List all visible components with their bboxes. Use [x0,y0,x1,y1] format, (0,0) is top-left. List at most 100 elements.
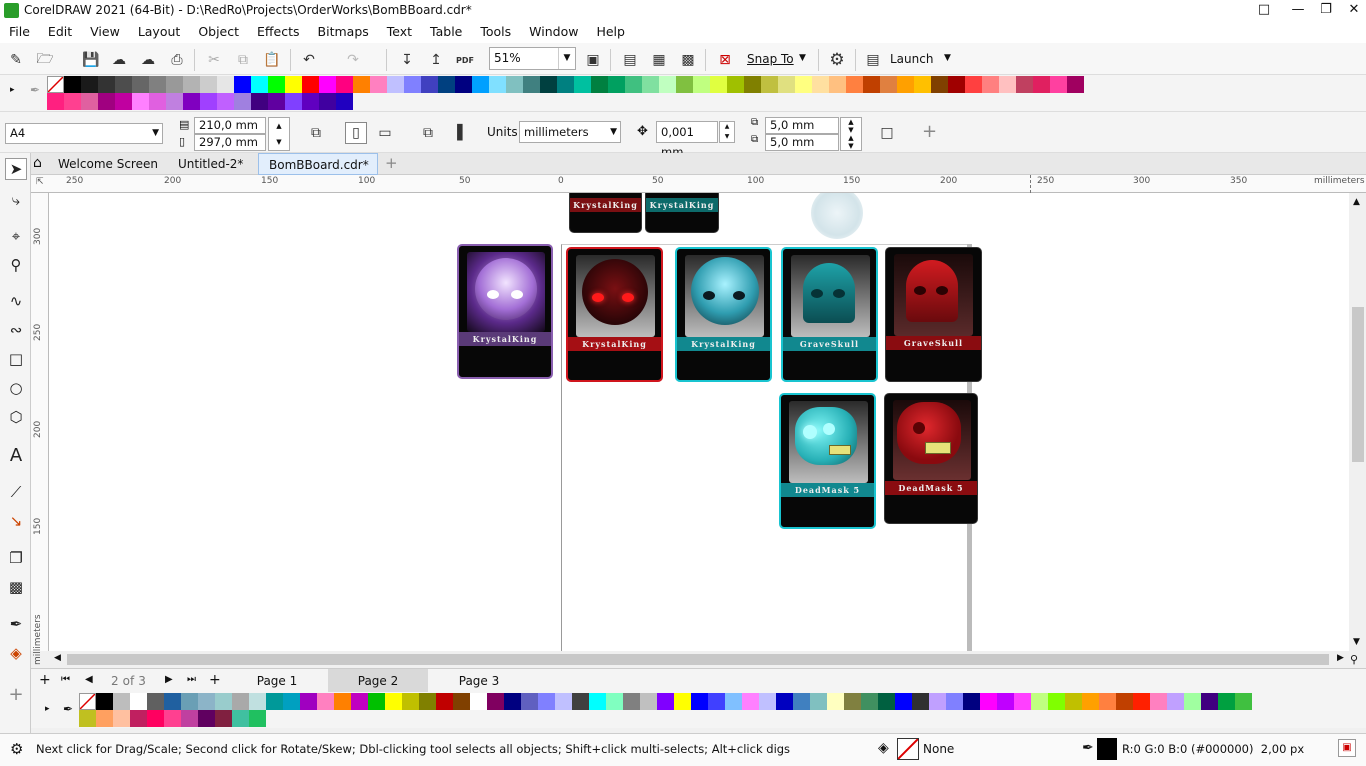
color-swatch[interactable] [285,76,302,93]
color-swatch[interactable] [268,93,285,110]
no-color-swatch[interactable] [47,76,64,93]
color-swatch[interactable] [419,693,436,710]
color-swatch[interactable] [215,693,232,710]
color-swatch[interactable] [606,693,623,710]
color-swatch[interactable] [963,693,980,710]
add-page-before-icon[interactable]: + [39,672,51,688]
color-swatch[interactable] [827,693,844,710]
color-swatch[interactable] [1065,693,1082,710]
color-swatch[interactable] [744,76,761,93]
color-swatch[interactable] [232,693,249,710]
color-swatch[interactable] [234,93,251,110]
menu-layout[interactable]: Layout [129,21,190,43]
color-swatch[interactable] [79,710,96,727]
color-swatch[interactable] [912,693,929,710]
color-swatch[interactable] [708,693,725,710]
color-swatch[interactable] [198,693,215,710]
color-swatch[interactable] [487,693,504,710]
eyedropper-icon[interactable]: ✒ [63,702,73,716]
full-screen-preview-icon[interactable]: ▣ [582,49,604,71]
menu-edit[interactable]: Edit [39,21,81,43]
polygon-tool-icon[interactable]: ⬡ [5,406,27,428]
portrait-icon[interactable]: ▯ [345,122,367,144]
chevron-down-icon[interactable]: ▼ [944,53,951,63]
color-swatch[interactable] [368,693,385,710]
all-pages-size-icon[interactable]: ⧉ [417,122,439,144]
outline-pen-icon[interactable]: ✒ [1082,740,1094,756]
gear-icon[interactable]: ⚙ [10,740,23,758]
menu-table[interactable]: Table [421,21,471,43]
color-swatch[interactable] [132,93,149,110]
vertical-ruler[interactable]: 300 250 200 150 millimeters [31,193,49,665]
menu-file[interactable]: File [0,21,39,43]
color-swatch[interactable] [198,710,215,727]
color-swatch[interactable] [200,93,217,110]
color-swatch[interactable] [1167,693,1184,710]
color-swatch[interactable] [353,76,370,93]
page-tab-2[interactable]: Page 2 [328,669,428,693]
color-swatch[interactable] [453,693,470,710]
tab-bombboard[interactable]: BomBBoard.cdr* [258,153,378,175]
color-swatch[interactable] [965,76,982,93]
color-swatch[interactable] [402,693,419,710]
color-swatch[interactable] [640,693,657,710]
card-graveskull-red[interactable]: GraveSkull [885,247,982,382]
import-icon[interactable]: ↧ [396,49,418,71]
color-swatch[interactable] [776,693,793,710]
horizontal-scrollbar[interactable]: ◀ ▶ [49,651,1349,668]
close-button[interactable]: ✕ [1337,0,1366,21]
nudge-distance-input[interactable]: 0,001 mm [656,121,718,159]
color-swatch[interactable] [166,93,183,110]
color-swatch[interactable] [249,710,266,727]
color-swatch[interactable] [149,76,166,93]
color-swatch[interactable] [589,693,606,710]
chevron-down-icon[interactable]: ▼ [558,48,575,69]
color-swatch[interactable] [521,693,538,710]
color-swatch[interactable] [642,76,659,93]
snap-off-icon[interactable]: ⊠ [714,49,736,71]
color-swatch[interactable] [285,93,302,110]
vertical-scrollbar[interactable]: ▲ ▼ [1349,193,1366,651]
color-swatch[interactable] [1014,693,1031,710]
color-swatch[interactable] [778,76,795,93]
color-swatch[interactable] [742,693,759,710]
color-swatch[interactable] [1031,693,1048,710]
color-swatch[interactable] [319,93,336,110]
color-swatch[interactable] [130,693,147,710]
color-swatch[interactable] [557,76,574,93]
scroll-up-icon[interactable]: ▲ [1353,197,1360,207]
card-krystalking-purple[interactable]: KrystalKing [457,244,553,379]
color-swatch[interactable] [844,693,861,710]
color-swatch[interactable] [268,76,285,93]
palette-scroll-icon[interactable]: ▸ [45,704,50,714]
color-swatch[interactable] [829,76,846,93]
new-document-icon[interactable]: ✎ [5,49,27,71]
copy-icon[interactable]: ⧉ [232,49,254,71]
tab-welcome-screen[interactable]: Welcome Screen [48,153,166,175]
grid-icon[interactable]: ▦ [648,49,670,71]
color-swatch[interactable] [251,76,268,93]
color-swatch[interactable] [674,693,691,710]
color-swatch[interactable] [676,76,693,93]
page-tab-3[interactable]: Page 3 [429,669,529,693]
zoom-tool-icon[interactable]: ⚲ [5,254,27,276]
color-swatch[interactable] [946,693,963,710]
zoom-corner-icon[interactable]: ⚲ [1350,653,1358,666]
all-pages-icon[interactable]: ⧉ [305,122,327,144]
export-pdf-icon[interactable]: PDF [454,49,476,71]
color-swatch[interactable] [1235,693,1252,710]
scroll-down-icon[interactable]: ▼ [1353,637,1360,647]
color-swatch[interactable] [591,76,608,93]
card-krystalking[interactable]: KrystalKing [645,193,719,233]
paste-icon[interactable]: 📋 [261,49,283,71]
color-swatch[interactable] [504,693,521,710]
menu-bitmaps[interactable]: Bitmaps [309,21,378,43]
cloud-share-icon[interactable]: ☁ [137,49,159,71]
help-icon[interactable]: □ [1247,0,1281,21]
color-swatch[interactable] [336,76,353,93]
color-swatch[interactable] [948,76,965,93]
treat-as-filled-icon[interactable]: □ [876,122,898,144]
menu-tools[interactable]: Tools [471,21,520,43]
last-page-icon[interactable]: ⏭ [187,674,196,685]
color-swatch[interactable] [317,693,334,710]
